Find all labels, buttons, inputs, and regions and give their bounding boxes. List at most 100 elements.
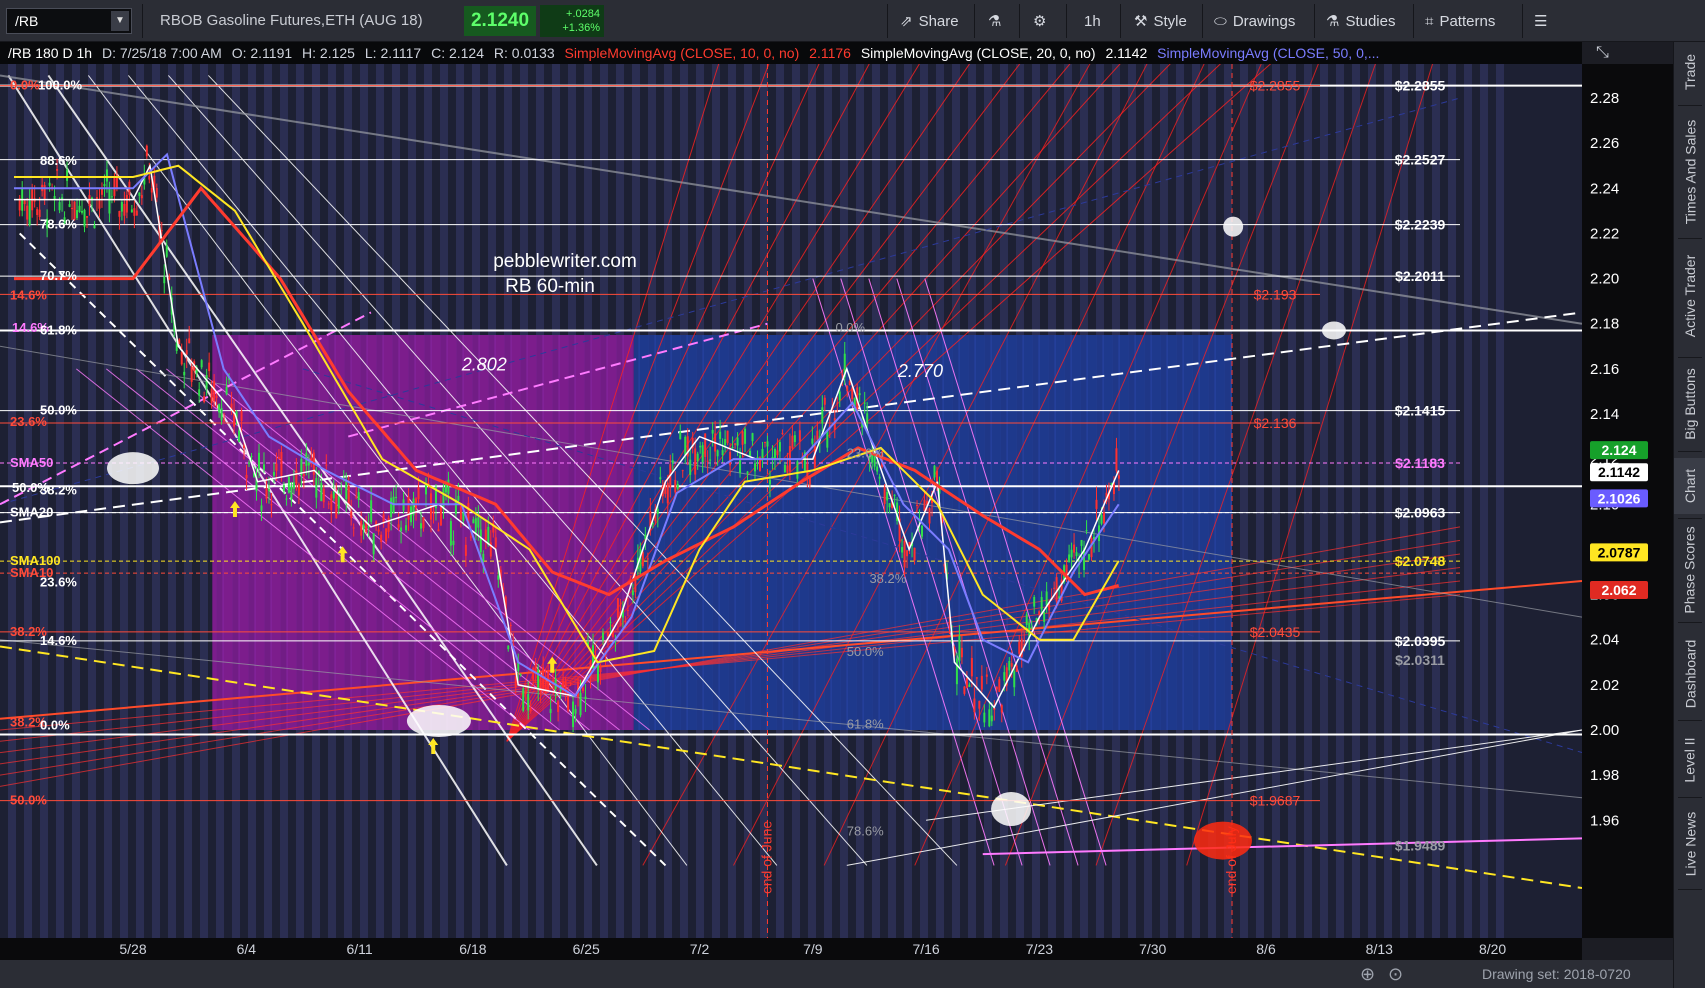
candle-body: [846, 386, 849, 392]
side-tab-phase-scores[interactable]: Phase Scores: [1674, 522, 1705, 618]
candle-body: [28, 200, 31, 225]
side-tab-live-news[interactable]: Live News: [1674, 803, 1705, 885]
drawing-set-label[interactable]: Drawing set: 2018-0720: [1482, 966, 1631, 982]
candle-body: [933, 465, 936, 478]
price-tick-label: 1.98: [1590, 767, 1619, 784]
candle-body: [582, 687, 585, 692]
price-chart[interactable]: end of June end of July0.0%100.0%88.6%78.…: [0, 64, 1582, 938]
menu-button[interactable]: ☰: [1534, 8, 1547, 34]
candle-body: [1117, 475, 1120, 479]
side-tab-big-buttons[interactable]: Big Buttons: [1674, 361, 1705, 447]
side-tab-trade[interactable]: Trade: [1674, 43, 1705, 101]
zoom-reset-icon[interactable]: ⊙: [1388, 964, 1403, 985]
box-stripe: [232, 335, 239, 730]
box-stripe: [1144, 335, 1151, 730]
candle-body: [352, 527, 355, 529]
candle-body: [118, 211, 121, 217]
candle-body: [330, 494, 333, 511]
side-tab-separator: [1678, 622, 1702, 623]
settings-button[interactable]: ⚙: [1033, 8, 1046, 34]
candle-body: [218, 404, 221, 413]
level-value-label: $2.2855: [1250, 78, 1301, 94]
side-tab-label: Phase Scores: [1682, 526, 1699, 614]
candle-body: [322, 488, 325, 503]
side-tab-level-ii[interactable]: Level II: [1674, 727, 1705, 793]
candle-body: [265, 488, 268, 499]
candle-body: [240, 410, 243, 422]
trading-platform-window: /RB ▼ RBOB Gasoline Futures,ETH (AUG 18)…: [0, 0, 1705, 988]
candle-body: [287, 476, 290, 493]
symbol-dropdown-icon[interactable]: ▼: [111, 11, 129, 31]
session-stripe: [1336, 64, 1344, 938]
side-tab-dashboard[interactable]: Dashboard: [1674, 632, 1705, 716]
price-tag-label: 2.062: [1601, 582, 1636, 598]
candle-body: [826, 430, 829, 448]
candle-body: [1025, 614, 1028, 625]
share-button[interactable]: ⇗ Share: [900, 8, 959, 34]
candle-body: [539, 676, 542, 695]
sma20-study-label[interactable]: SimpleMovingAvg (CLOSE, 20, 0, no): [861, 45, 1096, 61]
candle-body: [260, 505, 263, 511]
session-stripe: [72, 64, 80, 938]
pattern-icon: ⌗: [1425, 12, 1434, 30]
side-tab-chart[interactable]: Chart: [1674, 458, 1705, 514]
collapse-icon[interactable]: ⤡: [1596, 44, 1609, 62]
change-percent: +1.36%: [562, 22, 600, 34]
session-stripe: [168, 64, 176, 938]
box-stripe: [824, 335, 831, 730]
candle-body: [674, 479, 677, 493]
flask-button[interactable]: ⚗: [988, 8, 1001, 34]
candle-body: [684, 436, 687, 455]
candle-body: [696, 453, 699, 462]
candle-body: [783, 464, 786, 473]
candle-body: [507, 645, 510, 650]
candle-body: [382, 514, 385, 523]
candle-body: [766, 441, 769, 447]
session-stripe: [1464, 64, 1472, 938]
candle-body: [609, 621, 612, 624]
fib-label-mid: 23.6%: [847, 446, 884, 461]
time-axis[interactable]: 5/28 6/4 6/11 6/18 6/25 7/2 7/9 7/16 7/23 7/30 8/6…: [0, 938, 1582, 960]
price-tick-label: 2.18: [1590, 316, 1619, 333]
candle-body: [841, 374, 844, 376]
candle-body: [345, 481, 348, 499]
sma50-study-label[interactable]: SimpleMovingAvg (CLOSE, 50, 0,...: [1157, 45, 1379, 61]
session-stripe: [1240, 64, 1248, 938]
candle-body: [1045, 591, 1048, 606]
candle-body: [272, 472, 275, 476]
candle-body: [1040, 597, 1043, 610]
zoom-in-icon[interactable]: ⊕: [1360, 964, 1375, 985]
candle-body: [676, 483, 679, 489]
candle-body: [285, 498, 288, 500]
style-button[interactable]: ⚒ Style: [1134, 8, 1187, 34]
session-stripe: [1416, 64, 1424, 938]
candle-body: [547, 672, 550, 692]
candle-body: [798, 430, 801, 442]
chart-title: pebblewriter.com: [493, 251, 637, 272]
candle-body: [606, 631, 609, 637]
studies-button[interactable]: ⚗ Studies: [1326, 8, 1396, 34]
candle-body: [225, 386, 228, 395]
patterns-button[interactable]: ⌗ Patterns: [1425, 8, 1495, 34]
time-tick-label: 8/20: [1479, 941, 1506, 957]
candle-body: [48, 182, 51, 186]
timeframe-button[interactable]: 1h: [1084, 8, 1101, 34]
candle-body: [208, 362, 211, 372]
level-value-label: $2.2011: [1395, 268, 1445, 284]
side-tab-times-and-sales[interactable]: Times And Sales: [1674, 110, 1705, 234]
highlight-ellipse: [991, 792, 1032, 826]
symbol-input[interactable]: /RB ▼: [6, 8, 132, 34]
box-stripe: [1192, 335, 1199, 730]
candle-body: [120, 201, 123, 212]
gear-icon: ⚙: [1033, 13, 1047, 30]
candle-body: [878, 476, 881, 479]
candle-body: [631, 590, 634, 596]
sma10-study-label[interactable]: SimpleMovingAvg (CLOSE, 10, 0, no): [565, 45, 800, 61]
side-tab-label: Dashboard: [1682, 639, 1698, 709]
candle-body: [928, 508, 931, 524]
drawings-button[interactable]: ⬭ Drawings: [1214, 8, 1295, 34]
price-tag-label: 2.1142: [1598, 464, 1640, 480]
side-tab-active-trader[interactable]: Active Trader: [1674, 239, 1705, 353]
price-axis[interactable]: 1.961.982.002.022.042.062.082.102.122.14…: [1582, 64, 1673, 938]
candle-body: [420, 523, 423, 529]
